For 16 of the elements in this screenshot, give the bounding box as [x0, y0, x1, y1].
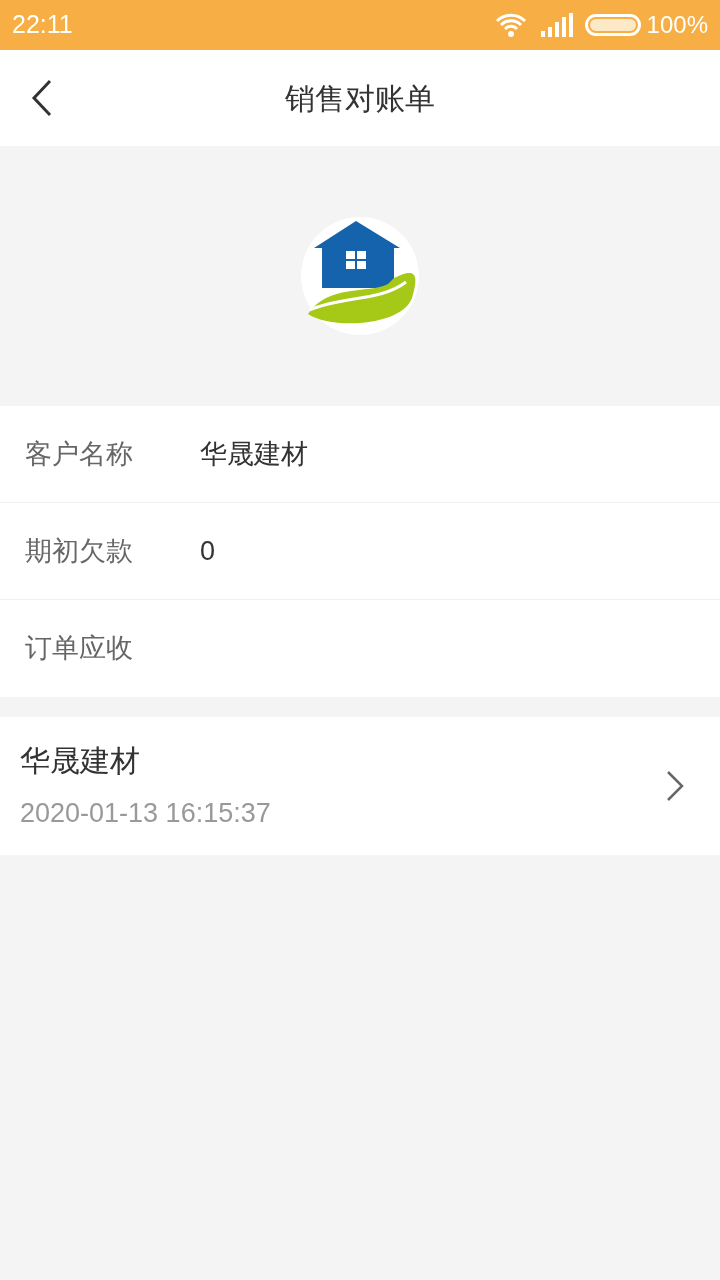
- battery-percent: 100%: [646, 10, 708, 40]
- page-title: 销售对账单: [285, 80, 435, 117]
- field-label: 期初欠款: [25, 534, 134, 568]
- field-label: 客户名称: [25, 437, 134, 471]
- status-time: 22:11: [12, 9, 73, 41]
- field-value: 0: [200, 534, 216, 568]
- customer-name: 华晟建材: [20, 743, 141, 780]
- field-value: 华晟建材: [200, 437, 308, 471]
- order-list-item[interactable]: 华晟建材 2020-01-13 16:15:37: [0, 717, 720, 855]
- wifi-icon: [494, 12, 527, 38]
- battery-icon: [584, 14, 641, 36]
- signal-icon: [540, 13, 573, 37]
- back-icon: [30, 79, 54, 117]
- order-time: 2020-01-13 16:15:37: [20, 797, 272, 831]
- field-label: 订单应收: [25, 632, 134, 666]
- chevron-right-icon: [666, 770, 684, 802]
